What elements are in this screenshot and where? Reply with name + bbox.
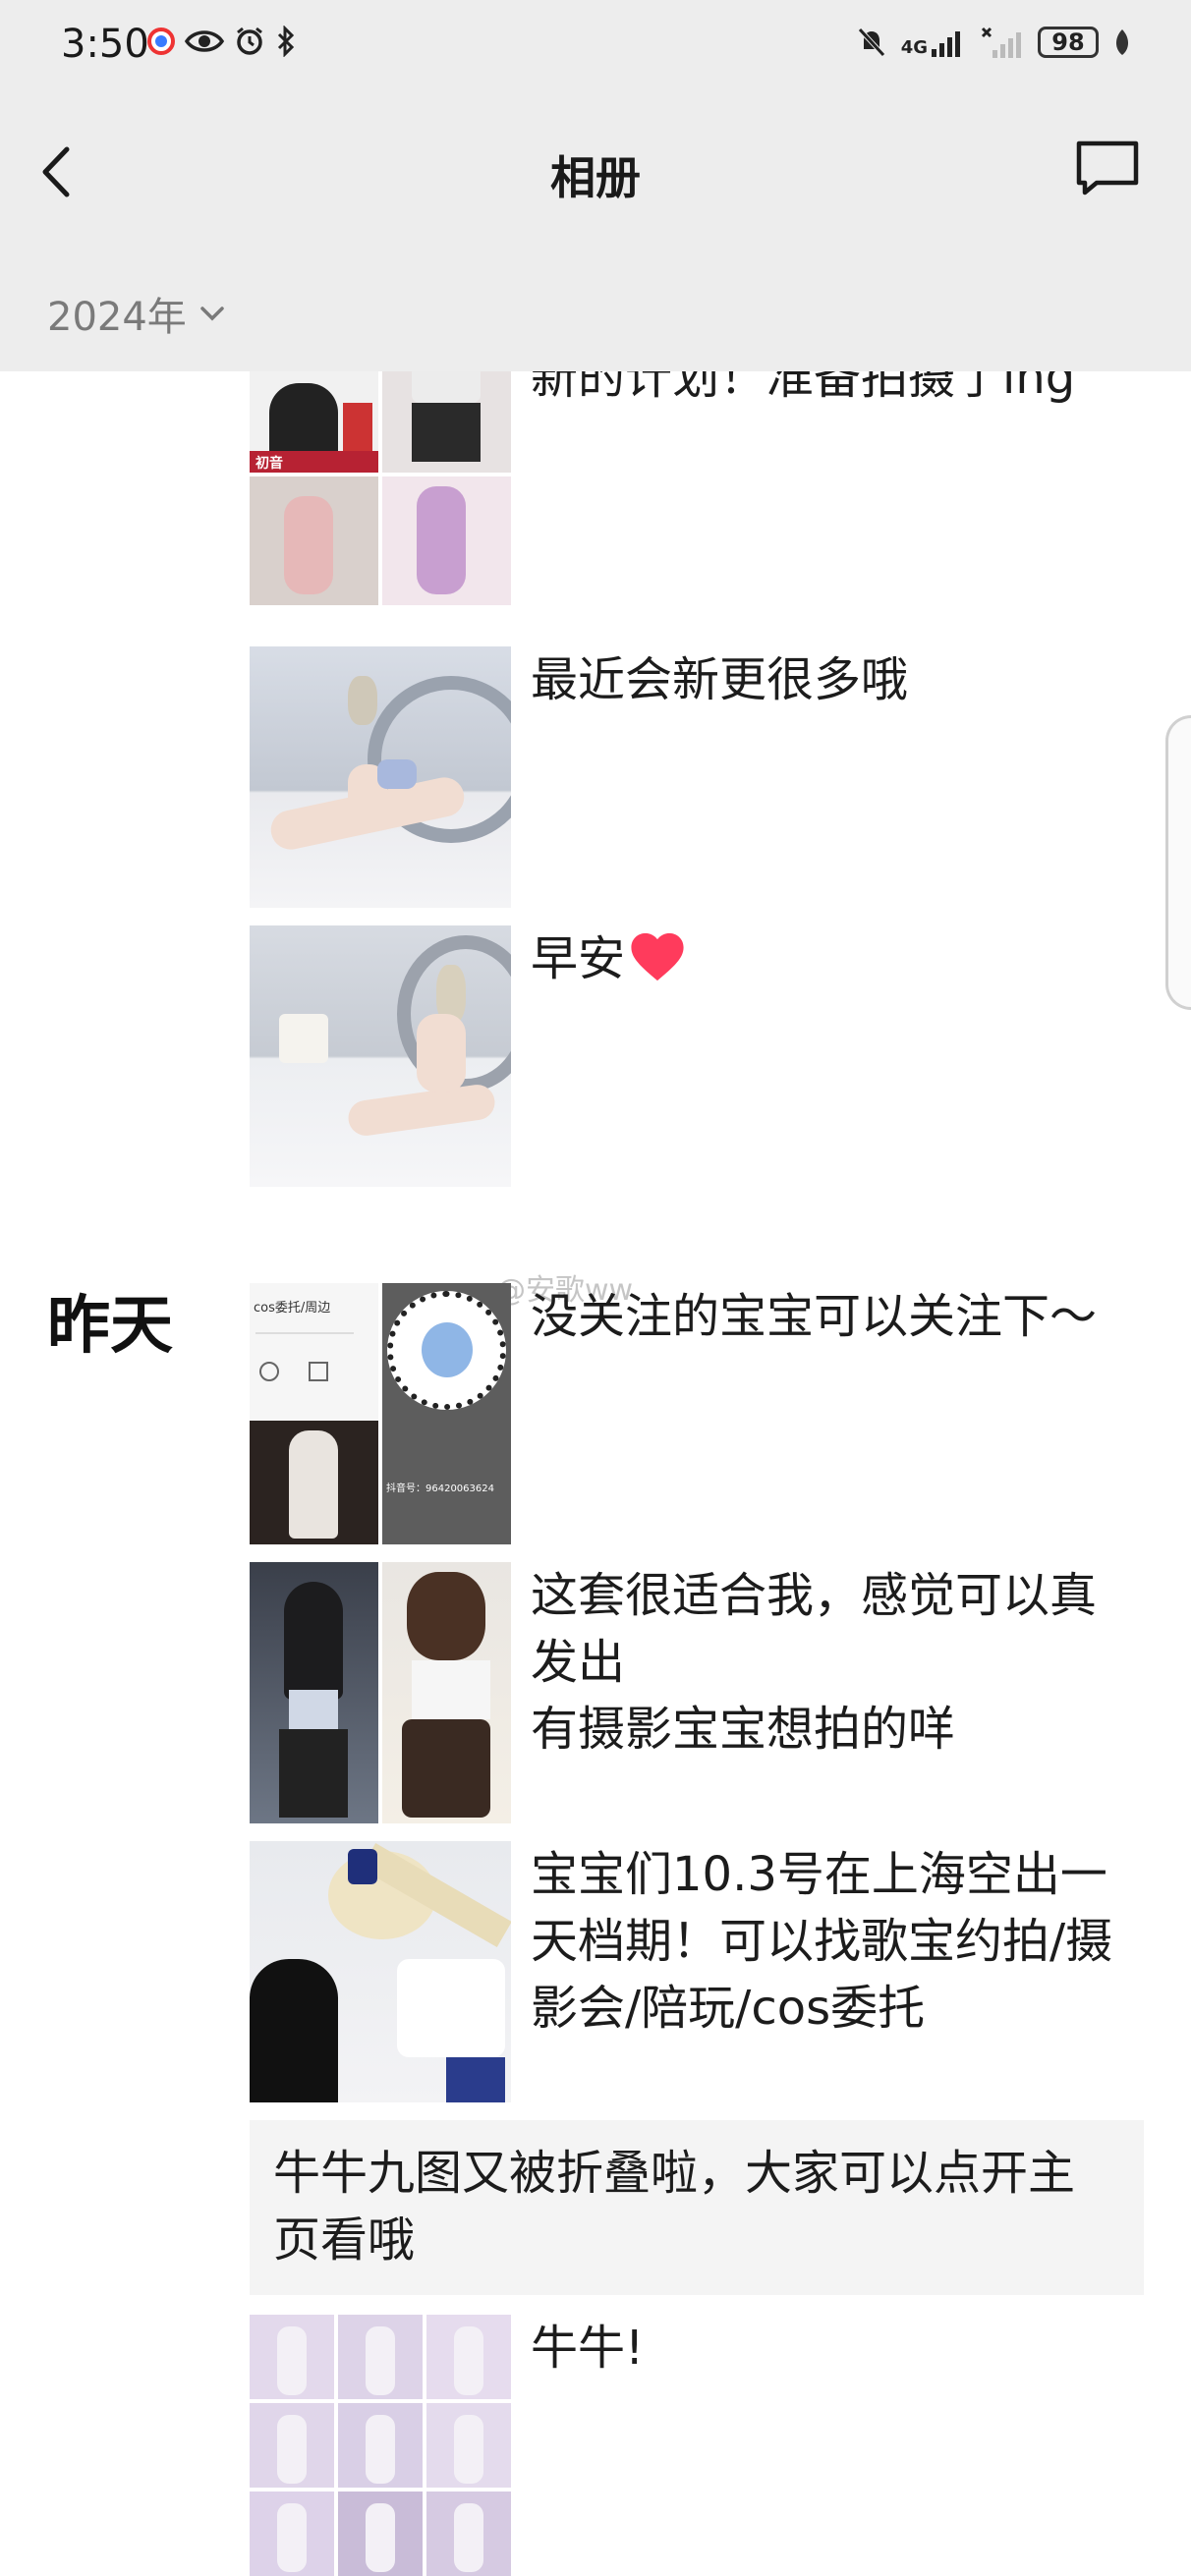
album-post[interactable]: 宝宝们10.3号在上海空出一天档期！可以找歌宝约拍/摄影会/陪玩/cos委托 — [250, 1841, 1140, 2102]
signal-weak-icon — [981, 27, 1021, 58]
leaf-icon — [1116, 29, 1128, 55]
status-icons-left — [147, 26, 297, 57]
message-icon — [1076, 140, 1139, 196]
app-notification-icon — [147, 28, 175, 55]
album-post[interactable]: 初音 新的计划！准备拍摄了ing — [250, 344, 1140, 605]
messages-button[interactable] — [1073, 138, 1152, 206]
alarm-icon — [237, 27, 262, 55]
signal-icon — [932, 31, 960, 57]
album-post[interactable]: 这套很适合我，感觉可以真发出 有摄影宝宝想拍的咩 — [250, 1562, 1140, 1823]
text-post[interactable]: 牛牛九图又被折叠啦，大家可以点开主页看哦 — [250, 2120, 1144, 2295]
page-title: 相册 — [550, 151, 641, 204]
post-thumbnail[interactable]: cos委托/周边 抖音号：96420063624 — [250, 1283, 511, 1544]
album-feed: 初音 新的计划！准备拍摄了ing 最近会新更很多哦 早安 昨天 @安歌ww co… — [0, 0, 1191, 2576]
nav-bar: 相册 — [0, 108, 1191, 236]
post-thumbnail[interactable] — [250, 1841, 511, 2102]
year-filter-label: 2024年 — [47, 295, 187, 340]
post-caption: 早安 — [531, 925, 1140, 1187]
post-caption: 这套很适合我，感觉可以真发出 有摄影宝宝想拍的咩 — [531, 1568, 1098, 1757]
album-post[interactable]: 牛牛! — [250, 2315, 1140, 2576]
bluetooth-icon — [277, 26, 295, 57]
post-thumbnail[interactable] — [250, 646, 511, 908]
post-thumbnail[interactable]: 初音 — [250, 344, 511, 605]
text-post-content: 牛牛九图又被折叠啦，大家可以点开主页看哦 — [273, 2146, 1076, 2268]
year-filter[interactable]: 2024年 — [47, 285, 226, 342]
scroll-handle[interactable] — [1165, 715, 1191, 1010]
caption-text: 早安 — [531, 931, 626, 986]
status-icons-right: 4G 98 — [856, 26, 1132, 59]
top-header: 3:50 4G 98 相册 2024年 — [0, 0, 1191, 371]
post-caption: 没关注的宝宝可以关注下～ — [531, 1289, 1098, 1344]
post-caption: 最近会新更很多哦 — [531, 652, 909, 707]
battery-indicator: 98 — [1038, 27, 1099, 58]
post-caption: 新的计划！准备拍摄了ing — [531, 350, 1076, 405]
mute-icon — [857, 28, 885, 57]
post-thumbnail[interactable] — [250, 925, 511, 1187]
eye-icon — [185, 30, 224, 52]
thumb-text: 初音 — [255, 456, 283, 472]
post-thumbnail[interactable] — [250, 1562, 511, 1823]
album-post[interactable]: 最近会新更很多哦 — [250, 646, 1140, 908]
post-caption: 宝宝们10.3号在上海空出一天档期！可以找歌宝约拍/摄影会/陪玩/cos委托 — [531, 1847, 1113, 2036]
heart-icon — [631, 932, 684, 981]
status-time: 3:50 — [61, 22, 149, 67]
album-post[interactable]: 早安 — [250, 925, 1140, 1187]
section-date-label: 昨天 — [47, 1290, 173, 1363]
thumb-text: 抖音号：96420063624 — [386, 1484, 494, 1494]
post-caption: 牛牛! — [531, 2321, 645, 2376]
status-bar: 3:50 4G 98 — [0, 0, 1191, 98]
thumb-text: cos委托/周边 — [254, 1301, 331, 1316]
album-post[interactable]: cos委托/周边 抖音号：96420063624 没关注的宝宝可以关注下～ — [250, 1283, 1140, 1544]
post-thumbnail[interactable] — [250, 2315, 511, 2576]
network-indicator: 4G — [901, 28, 967, 57]
chevron-down-icon — [200, 307, 224, 321]
network-type: 4G — [900, 37, 928, 58]
